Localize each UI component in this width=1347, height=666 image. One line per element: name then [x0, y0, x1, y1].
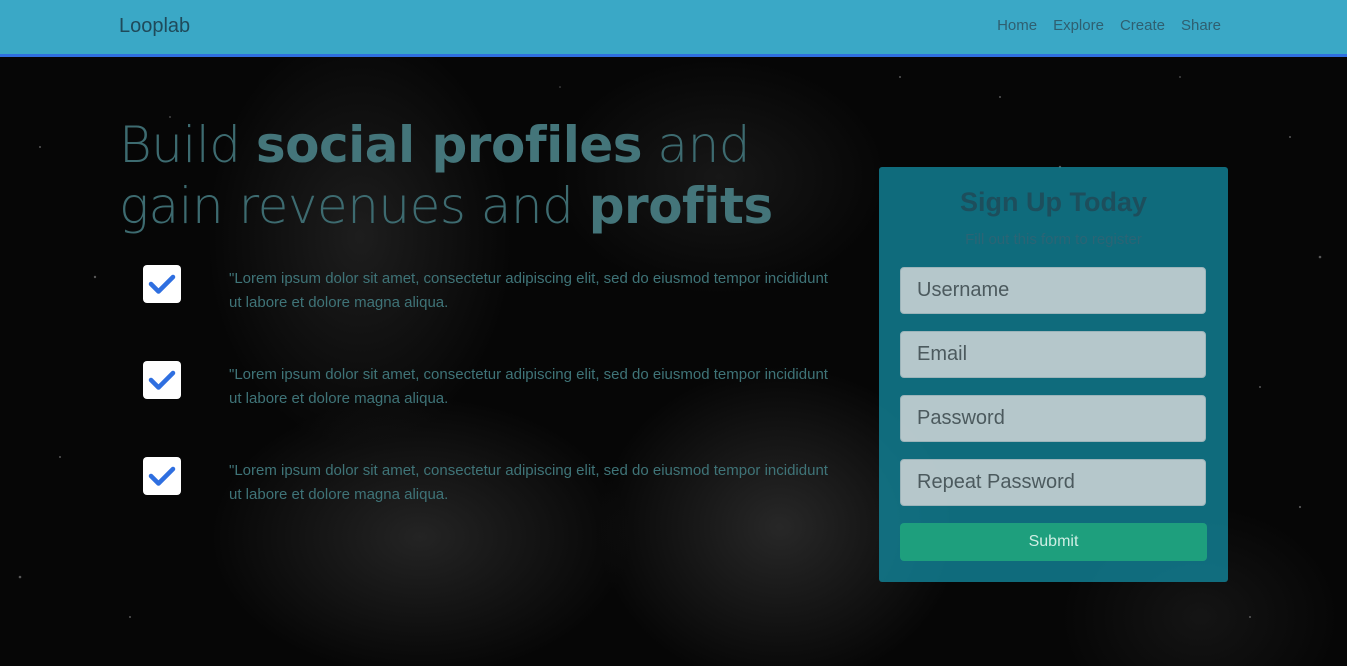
- submit-button[interactable]: Submit: [900, 523, 1207, 561]
- navbar: Looplab Home Explore Create Share: [0, 0, 1347, 57]
- checkmark-icon: [143, 457, 181, 495]
- feature-item: "Lorem ipsum dolor sit amet, consectetur…: [143, 456, 828, 552]
- feature-text: "Lorem ipsum dolor sit amet, consectetur…: [229, 462, 828, 503]
- nav-link-create[interactable]: Create: [1120, 17, 1165, 34]
- feature-item: "Lorem ipsum dolor sit amet, consectetur…: [143, 360, 828, 456]
- feature-list: "Lorem ipsum dolor sit amet, consectetur…: [143, 264, 828, 552]
- headline-emphasis: social profiles: [255, 116, 643, 174]
- nav-link-explore[interactable]: Explore: [1053, 17, 1104, 34]
- signup-card: Sign Up Today Fill out this form to regi…: [879, 167, 1228, 582]
- page: Looplab Home Explore Create Share Build …: [0, 0, 1347, 666]
- signup-title: Sign Up Today: [960, 187, 1147, 217]
- feature-text: "Lorem ipsum dolor sit amet, consectetur…: [229, 270, 828, 311]
- checkmark-icon: [143, 265, 181, 303]
- brand-logo[interactable]: Looplab: [119, 15, 190, 38]
- password-field[interactable]: [900, 395, 1206, 442]
- headline-emphasis: profits: [588, 177, 773, 235]
- checkmark-icon: [143, 361, 181, 399]
- nav-link-share[interactable]: Share: [1181, 17, 1221, 34]
- signup-subtitle: Fill out this form to register: [965, 231, 1142, 248]
- hero-headline: Build social profiles and gain revenues …: [119, 115, 839, 237]
- feature-text: "Lorem ipsum dolor sit amet, consectetur…: [229, 366, 828, 407]
- username-field[interactable]: [900, 267, 1206, 314]
- headline-text: Build: [119, 116, 256, 174]
- feature-item: "Lorem ipsum dolor sit amet, consectetur…: [143, 264, 828, 360]
- nav-links: Home Explore Create Share: [997, 17, 1221, 34]
- repeat-password-field[interactable]: [900, 459, 1206, 506]
- email-field[interactable]: [900, 331, 1206, 378]
- nav-link-home[interactable]: Home: [997, 17, 1037, 34]
